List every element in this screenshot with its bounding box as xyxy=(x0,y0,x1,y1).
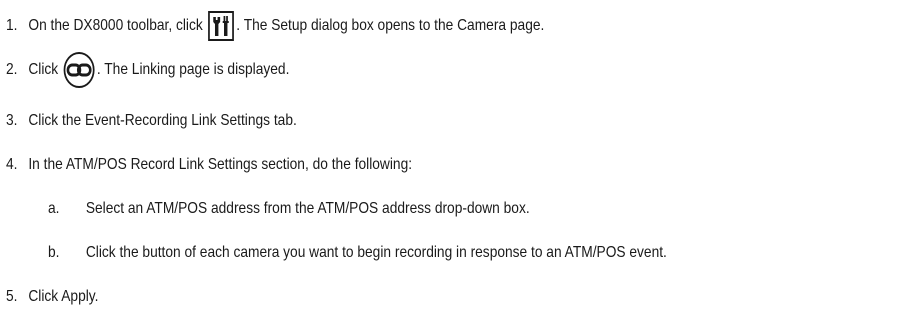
setup-tools-icon xyxy=(207,11,234,41)
linking-chain-icon xyxy=(63,52,95,88)
step-number: 5. xyxy=(6,288,18,305)
step-text: Click the Event-Recording Link Settings … xyxy=(28,112,297,129)
step-2: 2. Click . The Linking page is displayed… xyxy=(6,50,289,90)
substep-letter: a. xyxy=(48,200,60,217)
step-number: 2. xyxy=(6,61,18,78)
step-text-after: . The Linking page is displayed. xyxy=(96,61,290,78)
procedure-document: 1. On the DX8000 toolbar, click . The Se… xyxy=(0,0,918,332)
step-number: 3. xyxy=(6,112,18,129)
step-number: 1. xyxy=(6,17,18,34)
step-4: 4. In the ATM/POS Record Link Settings s… xyxy=(6,155,412,175)
substep-b: b. Click the button of each camera you w… xyxy=(48,243,667,263)
chain-link-icon xyxy=(66,63,92,77)
step-text: Click Apply. xyxy=(28,288,99,305)
step-text-before: On the DX8000 toolbar, click xyxy=(28,17,203,34)
substep-text: Click the button of each camera you want… xyxy=(85,244,667,261)
substep-letter: b. xyxy=(48,244,60,261)
step-text: In the ATM/POS Record Link Settings sect… xyxy=(28,156,413,173)
step-1: 1. On the DX8000 toolbar, click . The Se… xyxy=(6,9,544,43)
substep-a: a. Select an ATM/POS address from the AT… xyxy=(48,199,530,219)
step-3: 3. Click the Event-Recording Link Settin… xyxy=(6,111,297,131)
step-number: 4. xyxy=(6,156,18,173)
step-5: 5. Click Apply. xyxy=(6,287,98,307)
substep-text: Select an ATM/POS address from the ATM/P… xyxy=(85,200,530,217)
step-text-after: . The Setup dialog box opens to the Came… xyxy=(236,17,545,34)
step-text-before: Click xyxy=(28,61,59,78)
wrench-screwdriver-icon xyxy=(213,16,229,36)
